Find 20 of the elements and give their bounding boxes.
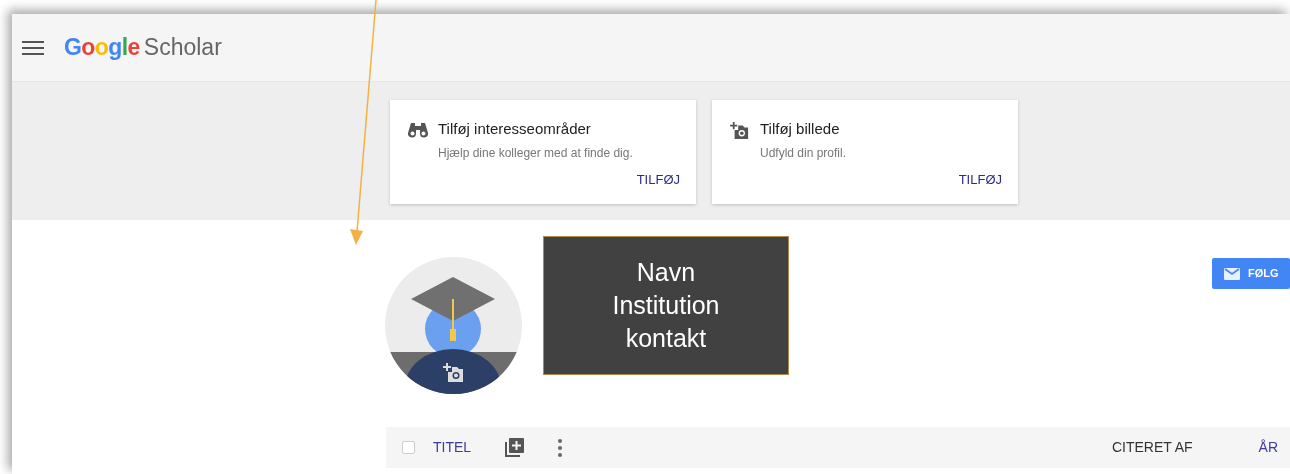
annotation-box: Navn Institution kontakt: [543, 236, 789, 375]
title-column-header[interactable]: TITEL: [433, 437, 472, 458]
cited-by-column-header: CITERET AF: [1111, 438, 1193, 457]
checkbox[interactable]: [402, 441, 415, 454]
add-button[interactable]: TILFØJ: [636, 170, 680, 190]
add-button[interactable]: TILFØJ: [958, 170, 1002, 190]
logo[interactable]: Google Scholar: [64, 30, 222, 65]
add-photo-icon: [730, 122, 750, 140]
card-title: Tilføj billede: [760, 119, 840, 139]
card-title: Tilføj interesseområder: [438, 119, 591, 139]
binoculars-icon: [408, 122, 428, 138]
envelope-icon: [1224, 267, 1240, 280]
add-to-library-icon[interactable]: [505, 438, 525, 457]
card-subtitle: Udfyld din profil.: [760, 145, 847, 162]
card-subtitle: Hjælp dine kolleger med at finde dig.: [438, 145, 633, 162]
year-column-header[interactable]: ÅR: [1258, 437, 1278, 458]
add-photo-icon[interactable]: [443, 363, 465, 383]
more-options-icon[interactable]: [558, 438, 563, 457]
follow-button[interactable]: FØLG: [1212, 258, 1290, 289]
menu-icon[interactable]: [22, 40, 44, 55]
